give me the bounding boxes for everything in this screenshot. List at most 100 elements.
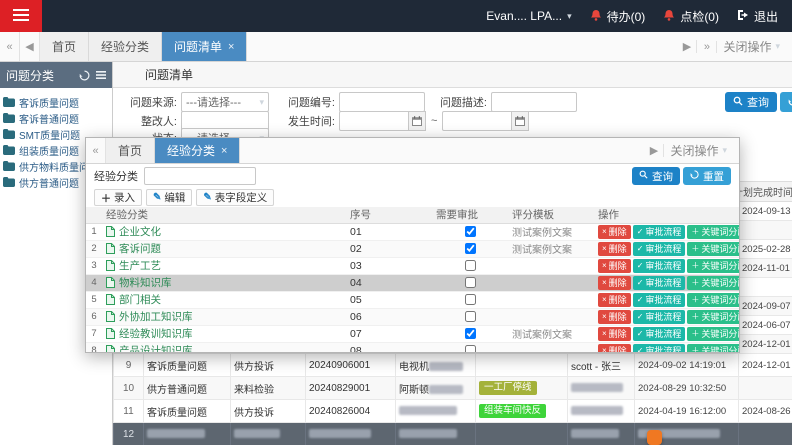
approval-checkbox[interactable]	[464, 345, 476, 352]
tab-experience-category[interactable]: 经验分类 ×	[155, 138, 241, 163]
category-link[interactable]: 生产工艺	[106, 258, 161, 273]
category-link[interactable]: 部门相关	[106, 292, 161, 307]
category-search-input[interactable]	[144, 167, 256, 185]
issue-number-input[interactable]	[339, 92, 425, 112]
tabs-scroll-right-icon[interactable]: ▶	[644, 144, 665, 157]
keyword-assign-button[interactable]: ＋关键词分配	[687, 224, 739, 239]
tabs-scroll-left-icon[interactable]: ◀	[20, 32, 40, 61]
category-link[interactable]: 物料知识库	[106, 275, 172, 290]
approval-flow-button[interactable]: ✓ 审批流程	[632, 258, 686, 273]
search-button[interactable]: 查询	[725, 92, 777, 112]
category-row[interactable]: 2客诉问题02测试案例文案×删除✓审批流程＋关键词分配	[86, 240, 739, 258]
logout-button[interactable]: 退出	[737, 8, 778, 25]
approval-checkbox[interactable]	[464, 260, 476, 272]
delete-button[interactable]: × 删除	[598, 309, 631, 324]
refresh-icon[interactable]	[79, 70, 90, 81]
reset-button[interactable]: 重置	[780, 92, 792, 112]
approval-checkbox[interactable]	[464, 226, 476, 238]
keyword-assign-button-label: 关键词分配	[701, 312, 739, 322]
approval-flow-button[interactable]: ✓ 审批流程	[632, 241, 686, 256]
approval-flow-button-label: 审批流程	[645, 278, 682, 288]
delete-button[interactable]: × 删除	[598, 241, 631, 256]
approval-flow-button[interactable]: ✓ 审批流程	[632, 224, 686, 239]
issue-desc-text: 电视机	[399, 361, 429, 373]
todo-button[interactable]: 待办(0)	[590, 8, 645, 25]
close-operations-menu[interactable]: 关闭操作 ▾	[717, 38, 786, 55]
tab-issue-list[interactable]: 问题清单 ×	[162, 32, 248, 61]
approval-flow-button[interactable]: ✓ 审批流程	[632, 326, 686, 341]
inspection-button[interactable]: 点检(0)	[663, 8, 719, 25]
tab-home[interactable]: 首页	[40, 32, 90, 61]
add-record-button[interactable]: ＋ 录入	[94, 189, 142, 206]
category-row[interactable]: 5部门相关05×删除✓审批流程＋关键词分配	[86, 291, 739, 309]
approval-flow-button[interactable]: ✓ 审批流程	[632, 343, 686, 352]
calendar-icon[interactable]	[409, 111, 426, 131]
tab-close-icon[interactable]: ×	[221, 145, 227, 157]
delete-button[interactable]: × 删除	[598, 275, 631, 290]
category-table: 经验分类 序号 需要审批 评分模板 操作 1 企业文化 01 测试案例文案 × 删除 ✓ 审批流程＋关…	[86, 207, 739, 352]
delete-button[interactable]: × 删除	[598, 292, 631, 307]
approval-flow-button[interactable]: ✓ 审批流程	[632, 275, 686, 290]
category-row[interactable]: 4物料知识库04×删除✓审批流程＋关键词分配	[86, 274, 739, 292]
delete-button[interactable]: × 删除	[598, 258, 631, 273]
collapse-icon[interactable]	[96, 70, 106, 80]
tree-item[interactable]: 客诉质量问题	[3, 94, 109, 110]
category-link[interactable]: 产品设计知识库	[106, 343, 193, 352]
category-row[interactable]: 8产品设计知识库08×删除✓审批流程＋关键词分配	[86, 342, 739, 352]
issue-table-row[interactable]: 11 客诉质量问题 供方投诉 20240826004 组装车间快反 2024-04-19 …	[113, 399, 792, 423]
keyword-assign-button[interactable]: ＋关键词分配	[687, 275, 739, 290]
tree-item[interactable]: 客诉普通问题	[3, 110, 109, 126]
tab-close-icon[interactable]: ×	[228, 41, 234, 53]
category-link[interactable]: 企业文化	[106, 224, 161, 239]
category-row[interactable]: 6外协加工知识库06×删除✓审批流程＋关键词分配	[86, 308, 739, 326]
floating-widget-icon[interactable]	[647, 430, 662, 445]
issue-table-row[interactable]: 9 客诉质量问题 供方投诉 20240906001 电视机 scott - 张三 2024-…	[113, 353, 792, 377]
delete-button[interactable]: × 删除	[598, 224, 631, 239]
category-link[interactable]: 客诉问题	[106, 241, 161, 256]
keyword-assign-button[interactable]: ＋关键词分配	[687, 309, 739, 324]
tabs-first-icon[interactable]: «	[86, 138, 106, 163]
close-operations-menu[interactable]: 关闭操作 ▾	[664, 142, 733, 159]
tabs-last-icon[interactable]: »	[697, 40, 718, 53]
popup-reset-button[interactable]: 重置	[683, 167, 731, 185]
category-row[interactable]: 3生产工艺03×删除✓审批流程＋关键词分配	[86, 257, 739, 275]
issue-desc-input[interactable]	[491, 92, 577, 112]
source-select[interactable]: ---请选择--- ▾	[181, 92, 269, 112]
approval-flow-button[interactable]: ✓ 审批流程	[632, 292, 686, 307]
date-to-input[interactable]	[442, 111, 513, 131]
calendar-icon[interactable]	[512, 111, 530, 131]
delete-button[interactable]: × 删除	[598, 343, 631, 352]
approval-checkbox[interactable]	[464, 243, 476, 255]
date-from-input[interactable]	[339, 111, 409, 131]
tab-home[interactable]: 首页	[106, 138, 156, 163]
approval-checkbox[interactable]	[464, 328, 476, 340]
category-link[interactable]: 经验教训知识库	[106, 326, 193, 341]
approval-checkbox[interactable]	[464, 277, 476, 289]
keyword-assign-button[interactable]: ＋关键词分配	[687, 343, 739, 352]
category-link[interactable]: 外协加工知识库	[106, 309, 193, 324]
tabs-first-icon[interactable]: «	[0, 32, 20, 61]
issue-table-row[interactable]: 10 供方普通问题 来料检验 20240829001 阿斯顿 一工厂停线 2024-08-2…	[113, 376, 792, 400]
approval-checkbox[interactable]	[464, 294, 476, 306]
issue-table-row[interactable]: 12	[113, 422, 792, 445]
user-menu[interactable]: Evan.... LPA... ▾	[486, 9, 571, 23]
category-row[interactable]: 1企业文化01测试案例文案×删除✓审批流程＋关键词分配	[86, 223, 739, 241]
keyword-assign-button[interactable]: ＋关键词分配	[687, 241, 739, 256]
row-number: 7	[86, 325, 102, 343]
keyword-assign-button[interactable]: ＋关键词分配	[687, 292, 739, 307]
tabs-scroll-right-icon[interactable]: ▶	[677, 40, 698, 53]
popup-search-button[interactable]: 查询	[632, 167, 680, 185]
row-number: 6	[86, 308, 102, 326]
approve-icon: ✓	[636, 278, 644, 287]
tab-experience-category[interactable]: 经验分类	[89, 32, 163, 61]
keyword-assign-button[interactable]: ＋关键词分配	[687, 326, 739, 341]
keyword-assign-button[interactable]: ＋关键词分配	[687, 258, 739, 273]
approval-checkbox[interactable]	[464, 311, 476, 323]
row-number: 3	[86, 257, 102, 275]
category-row[interactable]: 7经验教训知识库07测试案例文案×删除✓审批流程＋关键词分配	[86, 325, 739, 343]
field-define-button[interactable]: ✎ 表字段定义	[196, 189, 275, 206]
menu-toggle-button[interactable]	[0, 0, 42, 32]
delete-button[interactable]: × 删除	[598, 326, 631, 341]
approval-flow-button[interactable]: ✓ 审批流程	[632, 309, 686, 324]
edit-record-button[interactable]: ✎ 编辑	[146, 189, 193, 206]
